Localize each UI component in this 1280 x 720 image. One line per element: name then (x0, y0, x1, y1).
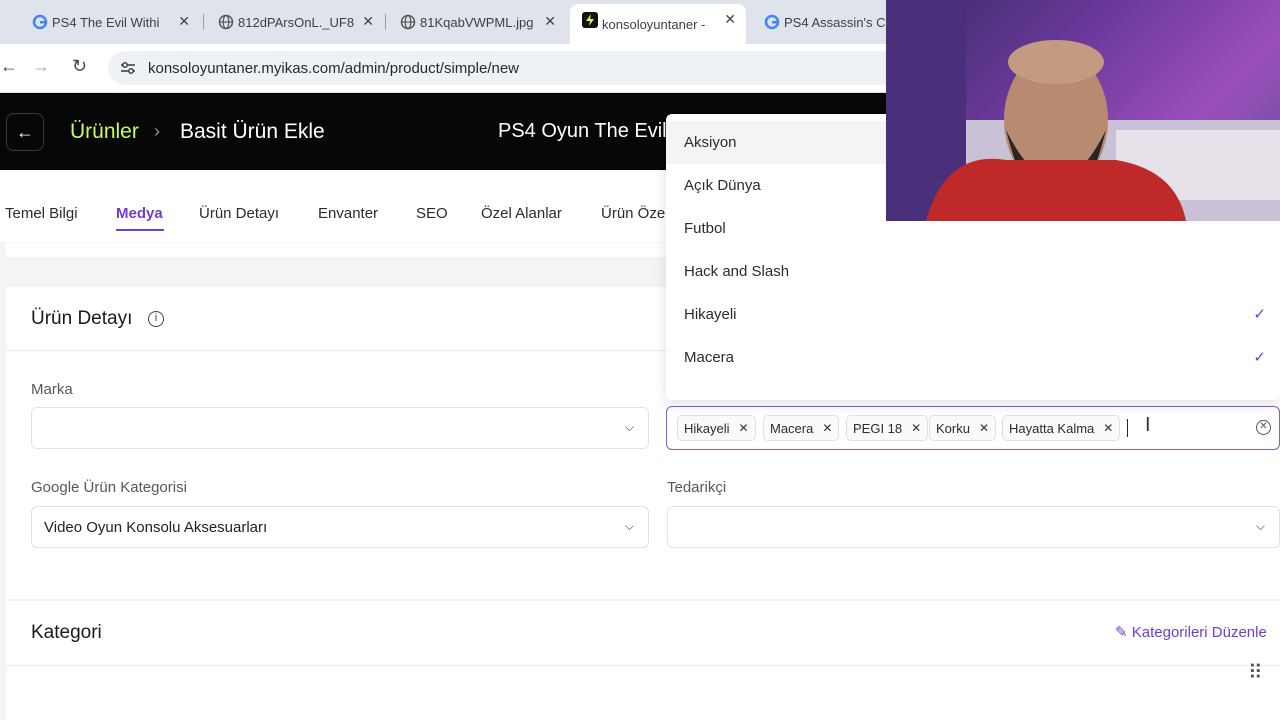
checkmark-icon: ✓ (1253, 349, 1266, 366)
remove-tag-icon[interactable]: ✕ (911, 421, 921, 435)
checkmark-icon: ✓ (1253, 306, 1266, 323)
webcam-overlay (886, 0, 1280, 221)
tag-chip: Macera ✕ (763, 415, 840, 441)
tag-chip-label: Hayatta Kalma (1009, 420, 1095, 436)
back-button[interactable]: ← (6, 113, 44, 151)
chevron-down-icon: ⌵ (624, 420, 634, 434)
globe-icon (218, 14, 234, 30)
drag-handle-icon[interactable]: ⠿ (1248, 660, 1263, 685)
arrow-left-icon: ← (16, 121, 34, 142)
tag-chip-label: PEGI 18 (853, 420, 903, 436)
remove-tag-icon[interactable]: ✕ (979, 421, 989, 435)
tab-title: konsoloyuntaner - (602, 16, 706, 32)
tab-temel-bilgi[interactable]: Temel Bilgi (5, 205, 78, 222)
text-caret (1127, 419, 1128, 437)
site-settings-icon[interactable] (120, 61, 136, 75)
presenter-video (886, 0, 1280, 221)
tab-title: PS4 Assassin's Cre (784, 14, 886, 30)
brand-label: Marka (31, 381, 73, 398)
pencil-icon: ✎ (1115, 624, 1132, 641)
tags-multiselect[interactable]: Hikayeli ✕ Macera ✕ PEGI 18 ✕ Korku ✕ Hayatt… (666, 406, 1280, 450)
tag-chip: Korku ✕ (929, 415, 997, 441)
text-cursor-icon: I (1145, 414, 1151, 436)
tab-title: 812dPArsOnL._UF8 (238, 14, 355, 30)
browser-tab[interactable]: PS4 The Evil Withi ✕ (20, 6, 200, 38)
google-category-value: Video Oyun Konsolu Aksesuarları (44, 519, 268, 536)
browser-tab[interactable]: PS4 Assassin's Cre (752, 6, 886, 38)
google-icon (32, 14, 48, 30)
tab-title: 81KqabVWPML.jpg (420, 14, 534, 30)
info-icon[interactable]: i (148, 311, 164, 327)
browser-tab[interactable]: 81KqabVWPML.jpg ✕ (388, 6, 566, 38)
globe-icon (400, 14, 416, 30)
section-title-category: Kategori (31, 622, 102, 643)
tab-envanter[interactable]: Envanter (318, 205, 378, 222)
option-label: Hack and Slash (684, 263, 790, 280)
category-card (6, 601, 1280, 720)
section-title-product-detail: Ürün Detayı (31, 308, 133, 329)
chevron-down-icon: ⌵ (624, 519, 634, 533)
tag-chip: Hayatta Kalma ✕ (1002, 415, 1121, 441)
edit-categories-label: Kategorileri Düzenle (1131, 624, 1267, 641)
tab-urun-detayi[interactable]: Ürün Detayı (199, 205, 279, 222)
url-text: konsoloyuntaner.myikas.com/admin/product… (148, 60, 520, 77)
supplier-select[interactable]: ⌵ (667, 506, 1280, 548)
remove-tag-icon[interactable]: ✕ (739, 421, 749, 435)
option-label: Hikayeli (684, 306, 737, 323)
tab-ozel-alanlar[interactable]: Özel Alanlar (481, 205, 562, 222)
chevron-down-icon: ⌵ (1255, 519, 1265, 533)
tag-chip-label: Macera (770, 420, 814, 436)
breadcrumb-products[interactable]: Ürünler (70, 120, 139, 144)
edit-categories-link[interactable]: ✎ Kategorileri Düzenle (1115, 623, 1267, 641)
active-tab-indicator (116, 229, 164, 231)
tag-chip-label: Korku (936, 420, 970, 436)
google-category-label: Google Ürün Kategorisi (31, 479, 187, 496)
tag-chip: Hikayeli ✕ (677, 415, 756, 441)
close-tab-icon[interactable]: ✕ (362, 13, 374, 30)
clear-icon[interactable]: ✕ (1256, 420, 1271, 435)
google-icon (764, 14, 780, 30)
close-tab-icon[interactable]: ✕ (178, 13, 190, 30)
tab-divider (203, 14, 204, 30)
page-title: Basit Ürün Ekle (180, 120, 325, 143)
tab-urun-ozellikleri[interactable]: Ürün Öze (601, 205, 665, 222)
reload-icon[interactable]: ↻ (72, 56, 87, 77)
dropdown-option-selected[interactable]: Hikayeli ✓ (666, 293, 1280, 336)
product-title: PS4 Oyun The Evil (498, 120, 667, 142)
tag-chip: PEGI 18 ✕ (846, 415, 929, 441)
forward-arrow-icon[interactable]: → (32, 56, 50, 77)
remove-tag-icon[interactable]: ✕ (822, 421, 832, 435)
back-arrow-icon[interactable]: ← (0, 56, 18, 77)
dropdown-option-selected[interactable]: Macera ✓ (666, 336, 1280, 379)
dropdown-option[interactable]: Hack and Slash (666, 250, 1280, 293)
close-tab-icon[interactable]: ✕ (544, 13, 556, 30)
option-label: Açık Dünya (684, 177, 761, 194)
browser-tab[interactable]: 812dPArsOnL._UF8 ✕ (206, 6, 384, 38)
close-tab-icon[interactable]: ✕ (724, 11, 736, 28)
breadcrumb-separator: › (154, 121, 160, 141)
tab-medya[interactable]: Medya (116, 205, 163, 222)
remove-tag-icon[interactable]: ✕ (1103, 421, 1113, 435)
option-label: Aksiyon (684, 134, 737, 151)
option-label: Futbol (684, 220, 726, 237)
bolt-icon (582, 12, 598, 28)
google-category-select[interactable]: Video Oyun Konsolu Aksesuarları ⌵ (31, 506, 649, 548)
option-label: Macera (684, 349, 735, 366)
brand-select[interactable]: ⌵ (31, 407, 649, 449)
tag-chip-label: Hikayeli (684, 420, 730, 436)
supplier-label: Tedarikçi (667, 479, 727, 496)
browser-tab-active[interactable]: konsoloyuntaner - ✕ (570, 4, 746, 44)
tab-divider (385, 14, 386, 30)
tab-title: PS4 The Evil Withi (52, 14, 160, 30)
tab-seo[interactable]: SEO (416, 205, 448, 222)
divider (6, 665, 1280, 666)
